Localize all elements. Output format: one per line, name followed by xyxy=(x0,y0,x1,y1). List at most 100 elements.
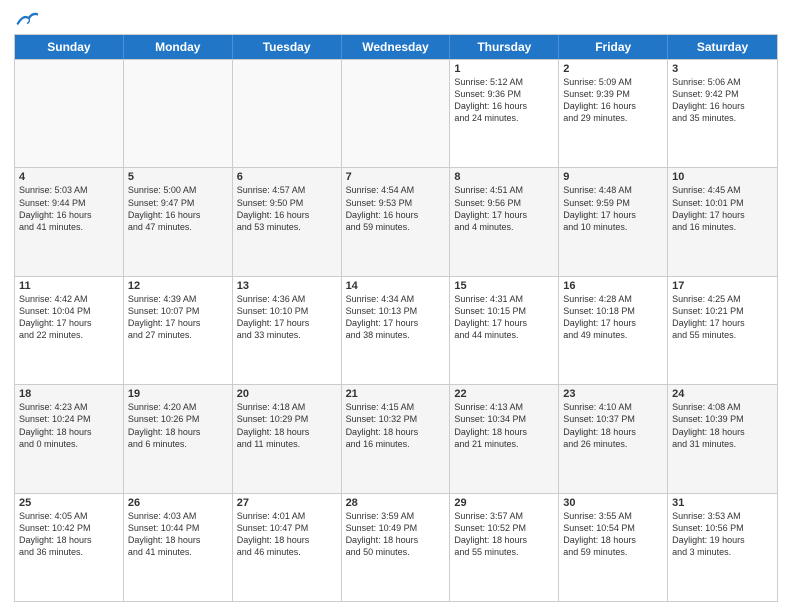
day-number: 14 xyxy=(346,280,446,292)
day-number: 8 xyxy=(454,171,554,183)
day-info: Sunrise: 4:48 AM Sunset: 9:59 PM Dayligh… xyxy=(563,184,663,233)
day-number: 13 xyxy=(237,280,337,292)
calendar-cell: 20Sunrise: 4:18 AM Sunset: 10:29 PM Dayl… xyxy=(233,385,342,492)
day-info: Sunrise: 4:05 AM Sunset: 10:42 PM Daylig… xyxy=(19,510,119,559)
day-info: Sunrise: 3:57 AM Sunset: 10:52 PM Daylig… xyxy=(454,510,554,559)
day-number: 23 xyxy=(563,388,663,400)
calendar-cell: 15Sunrise: 4:31 AM Sunset: 10:15 PM Dayl… xyxy=(450,277,559,384)
calendar-cell: 30Sunrise: 3:55 AM Sunset: 10:54 PM Dayl… xyxy=(559,494,668,601)
calendar-cell: 2Sunrise: 5:09 AM Sunset: 9:39 PM Daylig… xyxy=(559,60,668,167)
calendar-cell: 22Sunrise: 4:13 AM Sunset: 10:34 PM Dayl… xyxy=(450,385,559,492)
calendar-body: 1Sunrise: 5:12 AM Sunset: 9:36 PM Daylig… xyxy=(15,59,777,601)
day-number: 21 xyxy=(346,388,446,400)
day-info: Sunrise: 4:23 AM Sunset: 10:24 PM Daylig… xyxy=(19,401,119,450)
day-info: Sunrise: 5:00 AM Sunset: 9:47 PM Dayligh… xyxy=(128,184,228,233)
day-number: 12 xyxy=(128,280,228,292)
calendar-cell: 26Sunrise: 4:03 AM Sunset: 10:44 PM Dayl… xyxy=(124,494,233,601)
calendar-cell xyxy=(233,60,342,167)
calendar-cell: 24Sunrise: 4:08 AM Sunset: 10:39 PM Dayl… xyxy=(668,385,777,492)
calendar-cell: 3Sunrise: 5:06 AM Sunset: 9:42 PM Daylig… xyxy=(668,60,777,167)
day-info: Sunrise: 4:18 AM Sunset: 10:29 PM Daylig… xyxy=(237,401,337,450)
calendar-cell: 18Sunrise: 4:23 AM Sunset: 10:24 PM Dayl… xyxy=(15,385,124,492)
calendar-row: 11Sunrise: 4:42 AM Sunset: 10:04 PM Dayl… xyxy=(15,276,777,384)
day-info: Sunrise: 4:15 AM Sunset: 10:32 PM Daylig… xyxy=(346,401,446,450)
calendar-cell: 14Sunrise: 4:34 AM Sunset: 10:13 PM Dayl… xyxy=(342,277,451,384)
calendar-cell: 29Sunrise: 3:57 AM Sunset: 10:52 PM Dayl… xyxy=(450,494,559,601)
day-number: 27 xyxy=(237,497,337,509)
calendar-cell xyxy=(342,60,451,167)
header xyxy=(14,10,778,28)
calendar-cell: 27Sunrise: 4:01 AM Sunset: 10:47 PM Dayl… xyxy=(233,494,342,601)
calendar: SundayMondayTuesdayWednesdayThursdayFrid… xyxy=(14,34,778,602)
calendar-row: 25Sunrise: 4:05 AM Sunset: 10:42 PM Dayl… xyxy=(15,493,777,601)
calendar-cell: 4Sunrise: 5:03 AM Sunset: 9:44 PM Daylig… xyxy=(15,168,124,275)
calendar-row: 4Sunrise: 5:03 AM Sunset: 9:44 PM Daylig… xyxy=(15,167,777,275)
day-number: 15 xyxy=(454,280,554,292)
cal-header-cell: Tuesday xyxy=(233,35,342,59)
day-number: 2 xyxy=(563,63,663,75)
day-info: Sunrise: 4:08 AM Sunset: 10:39 PM Daylig… xyxy=(672,401,773,450)
day-number: 6 xyxy=(237,171,337,183)
day-info: Sunrise: 4:13 AM Sunset: 10:34 PM Daylig… xyxy=(454,401,554,450)
day-number: 9 xyxy=(563,171,663,183)
day-number: 7 xyxy=(346,171,446,183)
day-info: Sunrise: 4:34 AM Sunset: 10:13 PM Daylig… xyxy=(346,293,446,342)
day-info: Sunrise: 5:06 AM Sunset: 9:42 PM Dayligh… xyxy=(672,76,773,125)
logo xyxy=(14,10,38,28)
day-info: Sunrise: 4:51 AM Sunset: 9:56 PM Dayligh… xyxy=(454,184,554,233)
calendar-cell: 12Sunrise: 4:39 AM Sunset: 10:07 PM Dayl… xyxy=(124,277,233,384)
calendar-cell: 6Sunrise: 4:57 AM Sunset: 9:50 PM Daylig… xyxy=(233,168,342,275)
calendar-cell: 8Sunrise: 4:51 AM Sunset: 9:56 PM Daylig… xyxy=(450,168,559,275)
day-number: 19 xyxy=(128,388,228,400)
day-info: Sunrise: 5:09 AM Sunset: 9:39 PM Dayligh… xyxy=(563,76,663,125)
calendar-cell: 17Sunrise: 4:25 AM Sunset: 10:21 PM Dayl… xyxy=(668,277,777,384)
calendar-cell: 1Sunrise: 5:12 AM Sunset: 9:36 PM Daylig… xyxy=(450,60,559,167)
day-info: Sunrise: 4:54 AM Sunset: 9:53 PM Dayligh… xyxy=(346,184,446,233)
calendar-cell xyxy=(124,60,233,167)
calendar-cell: 21Sunrise: 4:15 AM Sunset: 10:32 PM Dayl… xyxy=(342,385,451,492)
day-number: 24 xyxy=(672,388,773,400)
calendar-row: 18Sunrise: 4:23 AM Sunset: 10:24 PM Dayl… xyxy=(15,384,777,492)
day-info: Sunrise: 4:20 AM Sunset: 10:26 PM Daylig… xyxy=(128,401,228,450)
day-info: Sunrise: 5:03 AM Sunset: 9:44 PM Dayligh… xyxy=(19,184,119,233)
day-info: Sunrise: 4:25 AM Sunset: 10:21 PM Daylig… xyxy=(672,293,773,342)
calendar-header: SundayMondayTuesdayWednesdayThursdayFrid… xyxy=(15,35,777,59)
day-number: 31 xyxy=(672,497,773,509)
day-info: Sunrise: 4:10 AM Sunset: 10:37 PM Daylig… xyxy=(563,401,663,450)
day-number: 22 xyxy=(454,388,554,400)
day-info: Sunrise: 4:28 AM Sunset: 10:18 PM Daylig… xyxy=(563,293,663,342)
day-number: 30 xyxy=(563,497,663,509)
day-number: 11 xyxy=(19,280,119,292)
calendar-cell: 11Sunrise: 4:42 AM Sunset: 10:04 PM Dayl… xyxy=(15,277,124,384)
day-info: Sunrise: 5:12 AM Sunset: 9:36 PM Dayligh… xyxy=(454,76,554,125)
cal-header-cell: Friday xyxy=(559,35,668,59)
calendar-cell: 28Sunrise: 3:59 AM Sunset: 10:49 PM Dayl… xyxy=(342,494,451,601)
day-number: 28 xyxy=(346,497,446,509)
calendar-cell: 9Sunrise: 4:48 AM Sunset: 9:59 PM Daylig… xyxy=(559,168,668,275)
calendar-cell: 23Sunrise: 4:10 AM Sunset: 10:37 PM Dayl… xyxy=(559,385,668,492)
day-number: 5 xyxy=(128,171,228,183)
day-info: Sunrise: 4:01 AM Sunset: 10:47 PM Daylig… xyxy=(237,510,337,559)
calendar-cell xyxy=(15,60,124,167)
day-number: 10 xyxy=(672,171,773,183)
day-info: Sunrise: 3:55 AM Sunset: 10:54 PM Daylig… xyxy=(563,510,663,559)
calendar-row: 1Sunrise: 5:12 AM Sunset: 9:36 PM Daylig… xyxy=(15,59,777,167)
day-info: Sunrise: 4:39 AM Sunset: 10:07 PM Daylig… xyxy=(128,293,228,342)
day-info: Sunrise: 4:45 AM Sunset: 10:01 PM Daylig… xyxy=(672,184,773,233)
day-info: Sunrise: 4:03 AM Sunset: 10:44 PM Daylig… xyxy=(128,510,228,559)
cal-header-cell: Sunday xyxy=(15,35,124,59)
calendar-cell: 19Sunrise: 4:20 AM Sunset: 10:26 PM Dayl… xyxy=(124,385,233,492)
calendar-cell: 25Sunrise: 4:05 AM Sunset: 10:42 PM Dayl… xyxy=(15,494,124,601)
calendar-cell: 16Sunrise: 4:28 AM Sunset: 10:18 PM Dayl… xyxy=(559,277,668,384)
calendar-cell: 10Sunrise: 4:45 AM Sunset: 10:01 PM Dayl… xyxy=(668,168,777,275)
logo-bird-icon xyxy=(16,10,38,28)
day-info: Sunrise: 4:31 AM Sunset: 10:15 PM Daylig… xyxy=(454,293,554,342)
day-info: Sunrise: 4:42 AM Sunset: 10:04 PM Daylig… xyxy=(19,293,119,342)
calendar-cell: 31Sunrise: 3:53 AM Sunset: 10:56 PM Dayl… xyxy=(668,494,777,601)
calendar-cell: 13Sunrise: 4:36 AM Sunset: 10:10 PM Dayl… xyxy=(233,277,342,384)
day-number: 16 xyxy=(563,280,663,292)
day-number: 20 xyxy=(237,388,337,400)
day-number: 17 xyxy=(672,280,773,292)
cal-header-cell: Monday xyxy=(124,35,233,59)
calendar-cell: 5Sunrise: 5:00 AM Sunset: 9:47 PM Daylig… xyxy=(124,168,233,275)
